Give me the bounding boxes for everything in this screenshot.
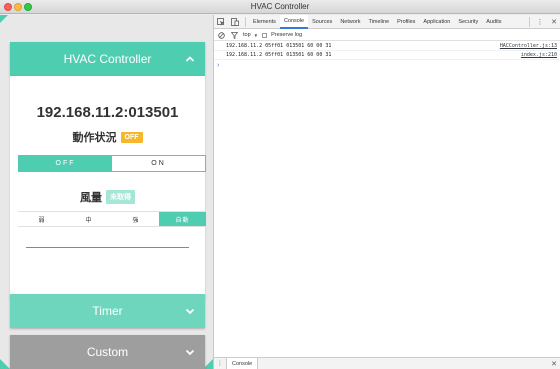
custom-panel-header[interactable]: Custom — [10, 335, 205, 369]
fan-speed-selector: 弱 中 強 自動 — [18, 211, 206, 227]
log-entry: 192.168.11.2 05ff01 013501 60 00 31 inde… — [214, 51, 560, 60]
timer-panel-header[interactable]: Timer — [10, 294, 205, 328]
dropdown-caret-icon: ▼ — [253, 32, 259, 38]
fan-row: 風量 未取得 — [10, 189, 205, 205]
clear-console-icon[interactable] — [217, 31, 226, 40]
drawer-tab-console[interactable]: Console — [226, 358, 259, 369]
log-source-link[interactable]: index.js:210 — [521, 51, 557, 60]
fan-label: 風量 — [80, 192, 102, 204]
toolbar-separator — [245, 16, 246, 27]
hvac-panel-body: 192.168.11.2:013501 動作状況 OFF OFF ON 風量 未… — [10, 76, 206, 297]
log-message: 192.168.11.2 05ff01 013501 60 00 31 — [226, 43, 332, 49]
inspect-element-icon[interactable] — [214, 15, 228, 28]
filter-icon[interactable] — [230, 31, 239, 40]
chevron-up-icon — [185, 56, 195, 62]
power-off-button[interactable]: OFF — [19, 156, 112, 171]
preserve-log-checkbox[interactable] — [262, 32, 268, 38]
hvac-panel-title: HVAC Controller — [63, 52, 152, 66]
drawer-menu-icon[interactable]: ⋮ — [214, 360, 226, 367]
window-title: HVAC Controller — [250, 2, 310, 11]
custom-panel-title: Custom — [86, 345, 129, 359]
more-options-icon[interactable]: ⋮ — [533, 15, 547, 28]
tab-security[interactable]: Security — [454, 15, 482, 29]
tab-profiles[interactable]: Profiles — [393, 15, 419, 29]
divider — [26, 247, 189, 248]
devtools-tab-bar: Elements Console Sources Network Timelin… — [214, 14, 560, 29]
log-source-link[interactable]: HACController.js:13 — [500, 42, 557, 51]
console-log: 192.168.11.2 05ff01 013501 60 00 31 HACC… — [214, 42, 560, 60]
power-on-button[interactable]: ON — [112, 156, 205, 171]
tab-elements[interactable]: Elements — [249, 15, 280, 29]
chevron-down-icon — [185, 349, 195, 356]
status-row: 動作状況 OFF — [10, 129, 205, 145]
log-entry: 192.168.11.2 05ff01 013501 60 00 31 HACC… — [214, 42, 560, 51]
context-selector[interactable]: top ▼ — [243, 32, 258, 38]
preserve-log-label: Preserve log — [271, 32, 303, 38]
window-titlebar: HVAC Controller — [0, 0, 560, 14]
chevron-down-icon — [185, 308, 195, 315]
corner-decoration — [0, 15, 8, 23]
console-drawer: ⋮ Console ✕ — [214, 357, 560, 369]
devtools-panel: Elements Console Sources Network Timelin… — [213, 14, 560, 369]
close-icon[interactable]: ✕ — [547, 15, 560, 28]
tab-timeline[interactable]: Timeline — [364, 15, 393, 29]
fan-badge: 未取得 — [106, 190, 135, 204]
fan-weak-button[interactable]: 弱 — [18, 212, 65, 226]
device-address: 192.168.11.2:013501 — [36, 104, 179, 121]
tab-application[interactable]: Application — [419, 15, 454, 29]
console-prompt-icon[interactable]: › — [217, 62, 219, 69]
toolbar-separator — [529, 16, 530, 27]
hvac-app: HVAC Controller 192.168.11.2:013501 動作状況… — [0, 15, 213, 369]
console-toolbar: top ▼ Preserve log — [214, 30, 560, 41]
fan-auto-button[interactable]: 自動 — [159, 212, 206, 226]
status-badge: OFF — [120, 131, 143, 143]
log-message: 192.168.11.2 05ff01 013501 60 00 31 — [226, 52, 332, 58]
power-toggle: OFF ON — [18, 155, 206, 172]
tab-sources[interactable]: Sources — [308, 15, 336, 29]
status-label: 動作状況 — [72, 132, 117, 144]
fan-medium-button[interactable]: 中 — [65, 212, 112, 226]
tab-console[interactable]: Console — [279, 14, 309, 29]
close-drawer-icon[interactable]: ✕ — [551, 360, 557, 368]
context-value: top — [243, 32, 251, 38]
corner-decoration — [0, 359, 10, 369]
timer-panel-title: Timer — [92, 304, 123, 318]
fan-strong-button[interactable]: 強 — [112, 212, 159, 226]
device-toolbar-icon[interactable] — [228, 15, 242, 28]
hvac-panel-header[interactable]: HVAC Controller — [10, 42, 205, 76]
tab-network[interactable]: Network — [336, 15, 364, 29]
tab-audits[interactable]: Audits — [482, 15, 505, 29]
